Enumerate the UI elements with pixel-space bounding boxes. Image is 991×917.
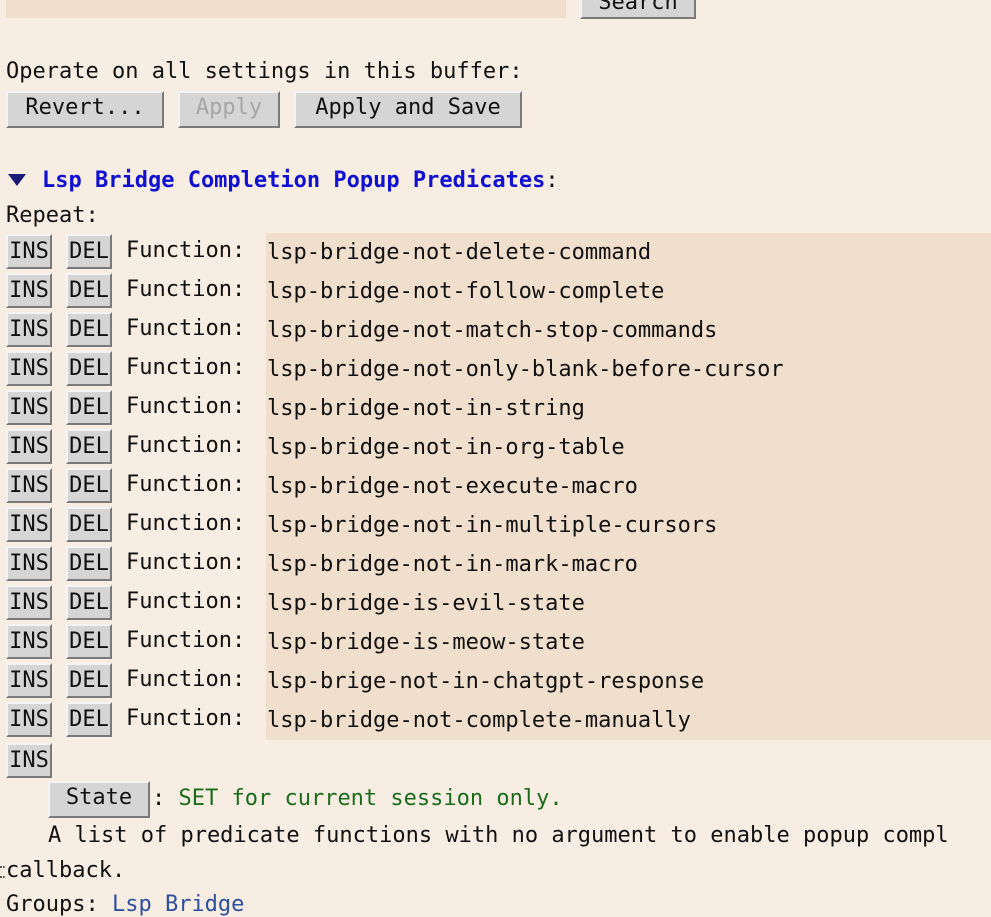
function-value-field[interactable]: lsp-bridge-is-meow-state — [266, 623, 991, 662]
function-row: INS DEL Function: lsp-bridge-is-evil-state — [6, 584, 991, 623]
function-row: INS DEL Function: lsp-bridge-not-complete-m… — [6, 701, 991, 740]
function-label: Function: — [126, 667, 246, 692]
del-button[interactable]: DEL — [66, 390, 112, 425]
repeat-label: Repeat: — [6, 203, 99, 228]
ins-button[interactable]: INS — [6, 234, 52, 269]
function-label: Function: — [126, 628, 246, 653]
ins-button[interactable]: INS — [6, 468, 52, 503]
ins-button[interactable]: INS — [6, 624, 52, 659]
function-label: Function: — [126, 472, 246, 497]
group-title: Lsp Bridge Completion Popup Predicates — [42, 168, 546, 193]
del-button[interactable]: DEL — [66, 312, 112, 347]
function-value-field[interactable]: lsp-bridge-not-delete-command — [266, 233, 991, 272]
ins-button[interactable]: INS — [6, 351, 52, 386]
function-value-field[interactable]: lsp-bridge-not-execute-macro — [266, 467, 991, 506]
function-row: INS DEL Function: lsp-bridge-not-in-string — [6, 389, 991, 428]
groups-line: Groups: Lsp Bridge — [6, 892, 244, 917]
function-value-field[interactable]: lsp-brige-not-in-chatgpt-response — [266, 662, 991, 701]
function-value-field[interactable]: lsp-bridge-not-in-org-table — [266, 428, 991, 467]
function-label: Function: — [126, 238, 246, 263]
search-button[interactable]: Search — [580, 0, 696, 19]
function-value-field[interactable]: lsp-bridge-not-in-string — [266, 389, 991, 428]
function-value-field[interactable]: lsp-bridge-is-evil-state — [266, 584, 991, 623]
function-value-field[interactable]: lsp-bridge-not-match-stop-commands — [266, 311, 991, 350]
function-value-field[interactable]: lsp-bridge-not-only-blank-before-cursor — [266, 350, 991, 389]
ins-button[interactable]: INS — [6, 663, 52, 698]
ins-button[interactable]: INS — [6, 507, 52, 542]
state-text: SET for current session only. — [178, 786, 563, 811]
ins-button[interactable]: INS — [6, 702, 52, 737]
function-row: INS DEL Function: lsp-bridge-not-execute-ma… — [6, 467, 991, 506]
function-label: Function: — [126, 511, 246, 536]
continuation-fringe-icon — [0, 866, 5, 878]
state-button[interactable]: State — [48, 781, 150, 818]
del-button[interactable]: DEL — [66, 351, 112, 386]
function-row: INS DEL Function: lsp-bridge-not-delete-com… — [6, 233, 991, 272]
ins-button-final[interactable]: INS — [6, 743, 52, 778]
del-button[interactable]: DEL — [66, 585, 112, 620]
function-label: Function: — [126, 277, 246, 302]
function-row: INS DEL Function: lsp-brige-not-in-chatgpt-… — [6, 662, 991, 701]
function-label: Function: — [126, 355, 246, 380]
function-label: Function: — [126, 706, 246, 731]
function-label: Function: — [126, 589, 246, 614]
function-value-field[interactable]: lsp-bridge-not-in-mark-macro — [266, 545, 991, 584]
apply-button[interactable]: Apply — [178, 91, 280, 128]
function-row: INS DEL Function: lsp-bridge-not-in-multipl… — [6, 506, 991, 545]
function-row: INS DEL Function: lsp-bridge-is-meow-state — [6, 623, 991, 662]
ins-button[interactable]: INS — [6, 546, 52, 581]
groups-link-lsp-bridge[interactable]: Lsp Bridge — [112, 892, 244, 917]
del-button[interactable]: DEL — [66, 624, 112, 659]
ins-button[interactable]: INS — [6, 312, 52, 347]
group-colon: : — [545, 168, 559, 193]
collapse-triangle-icon[interactable] — [8, 174, 26, 186]
function-label: Function: — [126, 316, 246, 341]
del-button[interactable]: DEL — [66, 507, 112, 542]
state-line: : SET for current session only. — [152, 786, 563, 811]
function-row: INS DEL Function: lsp-bridge-not-only-blank… — [6, 350, 991, 389]
customize-buffer: { "search": {"button_label": "Search"}, … — [0, 0, 991, 917]
ins-button[interactable]: INS — [6, 273, 52, 308]
operate-label: Operate on all settings in this buffer: — [6, 59, 523, 84]
function-row: INS DEL Function: lsp-bridge-not-in-mark-ma… — [6, 545, 991, 584]
del-button[interactable]: DEL — [66, 273, 112, 308]
group-heading: Lsp Bridge Completion Popup Predicates: — [42, 168, 559, 193]
function-label: Function: — [126, 550, 246, 575]
del-button[interactable]: DEL — [66, 468, 112, 503]
function-value-field[interactable]: lsp-bridge-not-follow-complete — [266, 272, 991, 311]
function-value-field[interactable]: lsp-bridge-not-complete-manually — [266, 701, 991, 740]
ins-button[interactable]: INS — [6, 429, 52, 464]
ins-button[interactable]: INS — [6, 390, 52, 425]
state-separator: : — [152, 786, 166, 811]
del-button[interactable]: DEL — [66, 546, 112, 581]
function-label: Function: — [126, 394, 246, 419]
function-row: INS DEL Function: lsp-bridge-not-in-org-tab… — [6, 428, 991, 467]
search-input[interactable] — [6, 0, 566, 18]
groups-label: Groups: — [6, 892, 99, 917]
function-row: INS DEL Function: lsp-bridge-not-follow-com… — [6, 272, 991, 311]
del-button[interactable]: DEL — [66, 663, 112, 698]
del-button[interactable]: DEL — [66, 234, 112, 269]
del-button[interactable]: DEL — [66, 702, 112, 737]
doc-line-1: A list of predicate functions with no ar… — [48, 823, 949, 848]
function-value-field[interactable]: lsp-bridge-not-in-multiple-cursors — [266, 506, 991, 545]
function-row: INS DEL Function: lsp-bridge-not-match-stop… — [6, 311, 991, 350]
function-label: Function: — [126, 433, 246, 458]
doc-line-2: callback. — [6, 858, 126, 883]
del-button[interactable]: DEL — [66, 429, 112, 464]
ins-button[interactable]: INS — [6, 585, 52, 620]
apply-and-save-button[interactable]: Apply and Save — [294, 91, 522, 128]
revert-button[interactable]: Revert... — [6, 91, 164, 128]
